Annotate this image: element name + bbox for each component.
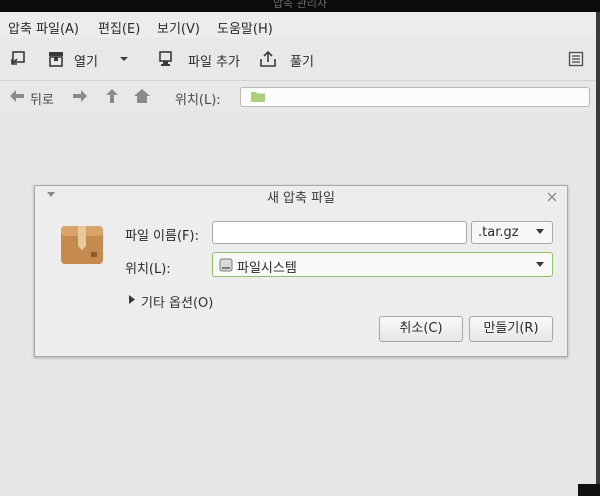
window-title: 압축 관리자 [272, 0, 328, 10]
menu-edit[interactable]: 편집(E) [98, 18, 140, 37]
location-label: 위치(L): [175, 93, 221, 108]
location-label-dialog: 위치(L): [125, 262, 171, 277]
chevron-down-icon[interactable] [114, 49, 134, 69]
back-button[interactable]: 뒤로 [30, 89, 54, 108]
extension-value: .tar.gz [478, 225, 519, 240]
list-view-icon[interactable] [566, 49, 586, 69]
up-arrow-icon[interactable] [104, 89, 120, 103]
new-archive-icon[interactable] [8, 49, 28, 69]
chevron-right-icon [129, 295, 135, 304]
back-arrow-icon[interactable] [9, 89, 25, 103]
dialog-menu-icon[interactable] [47, 190, 55, 201]
drive-icon [219, 258, 233, 272]
menu-archive[interactable]: 압축 파일(A) [8, 18, 79, 37]
filename-input[interactable] [212, 221, 467, 244]
menu-help[interactable]: 도움말(H) [217, 18, 273, 37]
open-button[interactable]: 열기 [74, 51, 98, 70]
location-input[interactable] [240, 87, 590, 107]
create-button[interactable]: 만들기(R) [469, 316, 553, 342]
home-icon[interactable] [134, 89, 150, 103]
other-options-label: 기타 옵션(O) [141, 296, 214, 311]
new-archive-dialog: 새 압축 파일 파일 이름(F): .tar.gz 위치(L): 파일시스템 기… [34, 185, 568, 357]
add-files-button[interactable]: 파일 추가 [188, 51, 240, 70]
extract-icon[interactable] [258, 49, 278, 69]
archive-package-icon [59, 222, 105, 268]
filename-label: 파일 이름(F): [125, 229, 199, 244]
chevron-down-icon [536, 262, 544, 267]
chevron-down-icon [536, 229, 544, 234]
cancel-button[interactable]: 취소(C) [379, 316, 463, 342]
menu-bar: 압축 파일(A) 편집(E) 보기(V) 도움말(H) [0, 12, 600, 38]
location-select[interactable]: 파일시스템 [212, 252, 553, 277]
window-corner [578, 484, 600, 496]
toolbar: 열기 파일 추가 풀기 [0, 38, 600, 81]
forward-arrow-icon[interactable] [72, 89, 88, 103]
folder-icon [251, 92, 265, 102]
window-edge [596, 12, 600, 496]
open-archive-icon[interactable] [46, 49, 66, 69]
window-title-bar: 압축 관리자 [0, 0, 600, 12]
close-icon[interactable] [547, 190, 557, 206]
extract-button[interactable]: 풀기 [290, 51, 314, 70]
menu-view[interactable]: 보기(V) [157, 18, 200, 37]
location-value-dialog: 파일시스템 [237, 261, 297, 276]
add-files-icon[interactable] [156, 49, 176, 69]
dialog-title: 새 압축 파일 [266, 191, 336, 206]
extension-select[interactable]: .tar.gz [471, 221, 553, 244]
